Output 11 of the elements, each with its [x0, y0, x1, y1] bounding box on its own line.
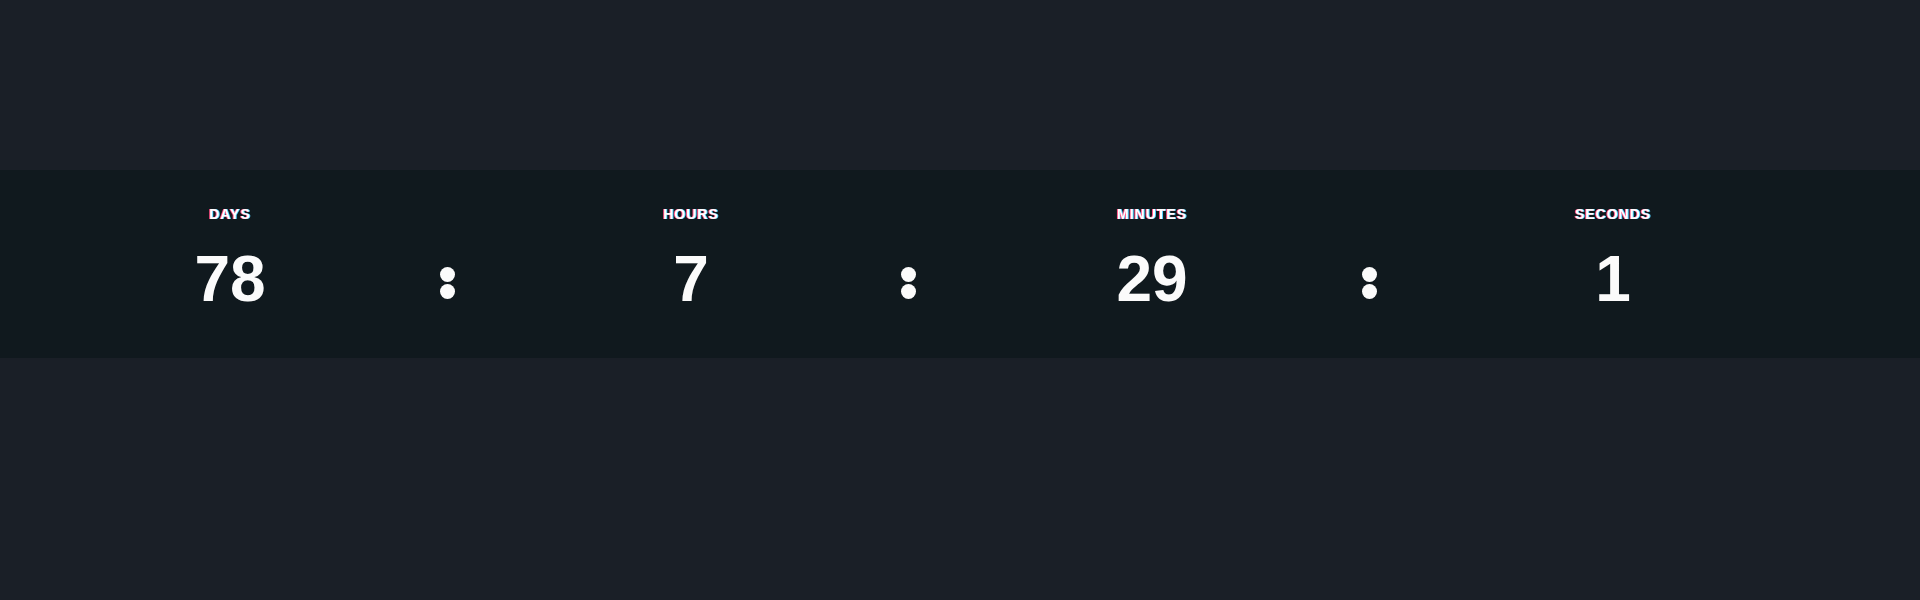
- countdown-value: 78: [194, 247, 266, 311]
- colon-separator-icon: [440, 267, 455, 299]
- colon-separator-icon: [1362, 267, 1377, 299]
- countdown-value: 29: [1116, 247, 1188, 311]
- countdown-value: 1: [1595, 247, 1631, 311]
- unit-label: DAYS: [209, 206, 251, 222]
- countdown-value: 7: [673, 247, 709, 311]
- unit-label: HOURS: [663, 206, 719, 222]
- unit-label: SECONDS: [1574, 206, 1652, 222]
- unit-label: MINUTES: [1117, 206, 1187, 222]
- colon-separator-icon: [901, 267, 916, 299]
